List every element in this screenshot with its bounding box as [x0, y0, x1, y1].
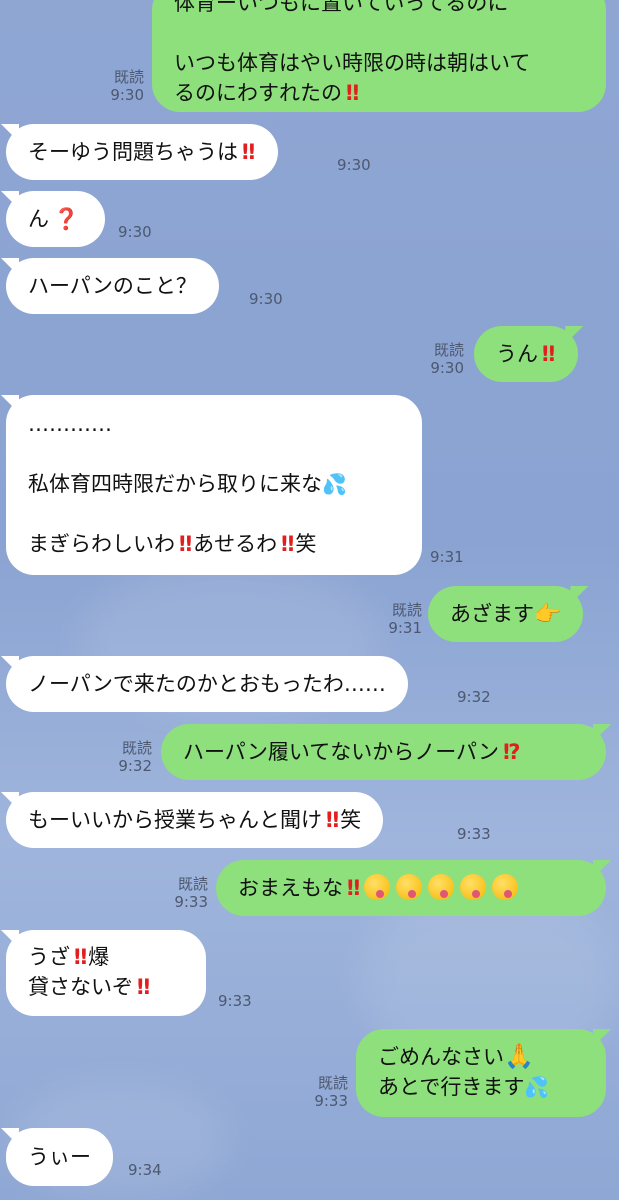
- message-line: るのにわすれたの: [174, 81, 342, 105]
- message-bubble-outgoing[interactable]: ごめんなさい🙏 あとで行きます💦: [356, 1029, 606, 1117]
- message-text: そーゆう問題ちゃうは: [28, 140, 238, 164]
- message-text: うぃー: [28, 1145, 91, 1169]
- double-exclamation-icon: ‼: [179, 532, 192, 556]
- message-line: いつも体育はやい時限の時は朝はいて: [174, 51, 531, 75]
- message-bubble-incoming[interactable]: ………… 私体育四時限だから取りに来な💦 まぎらわしいわ ‼ あせるわ ‼ 笑: [6, 395, 422, 575]
- message-line: 私体育四時限だから取りに来な: [28, 472, 322, 496]
- message-text: ハーパンのこと？: [28, 274, 197, 298]
- message-text: ん: [28, 207, 49, 231]
- message-meta: 既読 9:30: [416, 341, 464, 377]
- message-meta: 既読 9:33: [300, 1074, 348, 1110]
- message-bubble-incoming[interactable]: もーいいから授業ちゃんと聞け ‼ 笑: [6, 792, 384, 848]
- zany-face-icon: [460, 874, 487, 900]
- message-bubble-incoming[interactable]: そーゆう問題ちゃうは ‼: [6, 124, 279, 180]
- message-meta: 既読 9:33: [160, 875, 208, 911]
- red-question-icon: ❓: [53, 207, 80, 231]
- message-meta: 既読 9:32: [104, 739, 152, 775]
- double-exclamation-icon: ‼: [281, 532, 294, 556]
- timestamp: 9:33: [457, 825, 491, 843]
- message-text: ノーパンで来たのかとおもったわ……: [28, 672, 386, 696]
- pointing-hand-icon: 👉: [534, 602, 562, 627]
- exclamation-question-icon: ⁉: [503, 740, 521, 764]
- zany-face-icon: [492, 874, 519, 900]
- double-exclamation-icon: ‼: [242, 140, 255, 164]
- timestamp: 9:30: [110, 86, 144, 104]
- message-bubble-incoming[interactable]: うぃー: [6, 1128, 113, 1186]
- read-receipt: 既読: [391, 601, 422, 619]
- message-bubble-outgoing[interactable]: あざます👉: [428, 586, 584, 642]
- message-text: もーいいから授業ちゃんと聞け: [28, 808, 322, 832]
- timestamp: 9:33: [314, 1092, 348, 1110]
- message-line: 爆: [88, 945, 110, 969]
- read-receipt: 既読: [433, 341, 464, 359]
- double-exclamation-icon: ‼: [137, 975, 150, 999]
- double-exclamation-icon: ‼: [74, 945, 87, 969]
- message-line: うざ: [28, 945, 70, 969]
- folded-hands-icon: 🙏: [504, 1042, 534, 1070]
- zany-face-icon: [396, 874, 423, 900]
- timestamp: 9:33: [174, 893, 208, 911]
- message-line: ごめんなさい: [378, 1045, 504, 1069]
- message-bubble-incoming[interactable]: うざ ‼ 爆 貸さないぞ ‼: [6, 930, 206, 1016]
- message-text: うん: [496, 342, 538, 366]
- timestamp: 9:32: [118, 757, 152, 775]
- message-bubble-outgoing[interactable]: うん ‼: [474, 326, 579, 382]
- timestamp: 9:30: [249, 290, 283, 308]
- message-bubble-incoming[interactable]: ノーパンで来たのかとおもったわ……: [6, 656, 408, 712]
- double-exclamation-icon: ‼: [347, 876, 360, 900]
- timestamp: 9:30: [118, 223, 152, 241]
- timestamp: 9:32: [457, 688, 491, 706]
- read-receipt: 既読: [317, 1074, 348, 1092]
- timestamp: 9:30: [430, 359, 464, 377]
- read-receipt: 既読: [177, 875, 208, 893]
- double-exclamation-icon: ‼: [326, 808, 339, 832]
- message-line: 体育ーいつもに置いていってるのに: [174, 0, 509, 15]
- message-bubble-incoming[interactable]: ハーパンのこと？: [6, 258, 219, 314]
- message-line: まぎらわしいわ: [28, 532, 175, 556]
- message-suffix: 笑: [340, 808, 362, 832]
- sweat-drops-icon: 💦: [524, 1075, 550, 1099]
- message-line: 貸さないぞ: [28, 975, 133, 999]
- timestamp: 9:34: [128, 1161, 162, 1179]
- read-receipt: 既読: [121, 739, 152, 757]
- message-bubble-outgoing[interactable]: ハーパン履いてないからノーパン ⁉: [161, 724, 606, 780]
- message-text: おまえもな: [238, 876, 343, 900]
- timestamp: 9:31: [388, 619, 422, 637]
- message-text: あざます: [450, 602, 534, 626]
- message-bubble-outgoing[interactable]: 体育ーいつもに置いていってるのに いつも体育はやい時限の時は朝はいて るのにわす…: [152, 0, 606, 112]
- message-line: …………: [28, 412, 112, 436]
- double-exclamation-icon: ‼: [542, 342, 555, 366]
- message-bubble-incoming[interactable]: ん ❓: [6, 191, 106, 247]
- message-meta: 既読 9:30: [96, 68, 144, 104]
- timestamp: 9:31: [430, 548, 464, 566]
- timestamp: 9:30: [337, 156, 371, 174]
- message-line: 笑: [295, 532, 317, 556]
- message-text: ハーパン履いてないからノーパン: [183, 740, 500, 764]
- message-line: あせるわ: [193, 532, 278, 556]
- timestamp: 9:33: [218, 992, 252, 1010]
- read-receipt: 既読: [113, 68, 144, 86]
- zany-face-icon: [428, 874, 455, 900]
- message-line: あとで行きます: [378, 1075, 525, 1099]
- double-exclamation-icon: ‼: [346, 81, 359, 105]
- zany-face-icon: [364, 874, 391, 900]
- sweat-drops-icon: 💦: [322, 472, 347, 496]
- message-bubble-outgoing[interactable]: おまえもな ‼: [216, 860, 606, 916]
- message-meta: 既読 9:31: [374, 601, 422, 637]
